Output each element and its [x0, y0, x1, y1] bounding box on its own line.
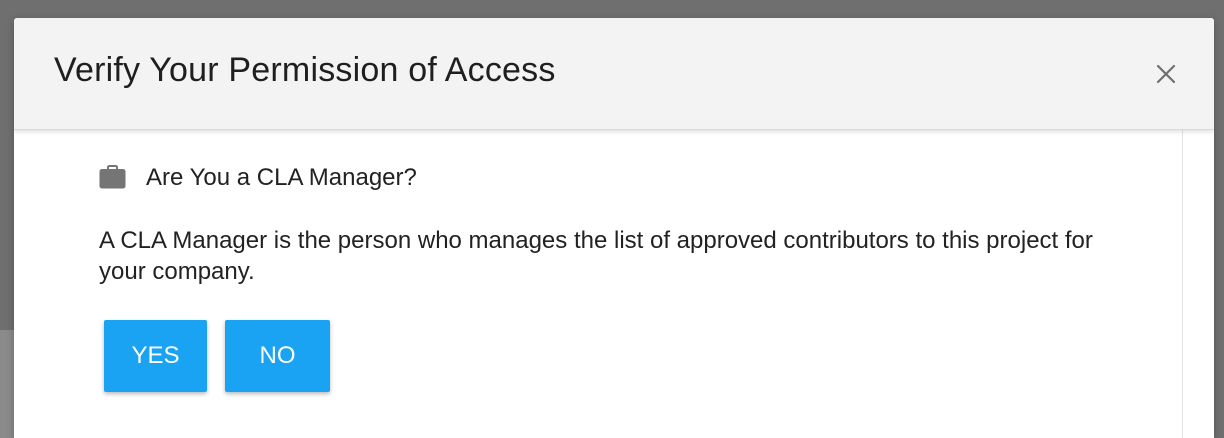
- close-button[interactable]: [1150, 58, 1182, 90]
- scrollbar-track: [1182, 130, 1183, 438]
- cla-manager-description: A CLA Manager is the person who manages …: [99, 227, 1093, 285]
- page-backdrop-edge: [0, 330, 14, 438]
- close-icon: [1156, 64, 1176, 84]
- verify-permission-dialog: Verify Your Permission of Access Are You…: [14, 18, 1214, 438]
- dialog-title: Verify Your Permission of Access: [54, 51, 556, 89]
- briefcase-icon: [99, 165, 126, 189]
- dialog-body: Are You a CLA Manager? A CLA Manager is …: [14, 130, 1214, 438]
- question-label: Are You a CLA Manager?: [146, 164, 417, 191]
- dialog-header: Verify Your Permission of Access: [14, 18, 1214, 130]
- no-button[interactable]: NO: [225, 320, 330, 392]
- yes-button[interactable]: YES: [104, 320, 207, 392]
